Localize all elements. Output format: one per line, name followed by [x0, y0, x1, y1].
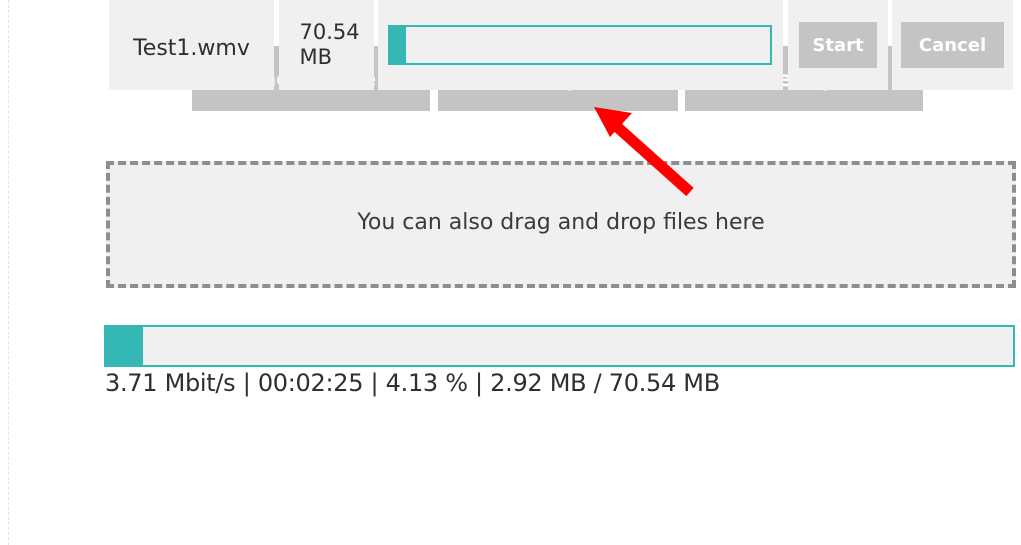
file-progress-cell	[378, 0, 783, 90]
drop-zone[interactable]: You can also drag and drop files here	[106, 161, 1016, 288]
file-size-cell: 70.54 MB	[279, 0, 374, 90]
left-divider	[8, 0, 9, 545]
file-progress-fill	[390, 27, 406, 63]
file-size-value: 70.54	[299, 20, 360, 44]
file-name: Test1.wmv	[133, 35, 250, 61]
file-progress-bar	[388, 25, 772, 65]
upload-stats: 3.71 Mbit/s | 00:02:25 | 4.13 % | 2.92 M…	[105, 369, 720, 397]
drop-zone-label: You can also drag and drop files here	[357, 210, 765, 235]
upload-page: Choose file Start upload Cancel upload Y…	[0, 0, 1021, 545]
file-name-cell: Test1.wmv	[109, 0, 274, 90]
overall-progress-fill	[106, 327, 144, 365]
overall-progress-bar	[104, 325, 1015, 367]
file-cancel-cell: Cancel	[892, 0, 1013, 90]
file-size: 70.54 MB	[294, 20, 360, 70]
file-size-unit: MB	[299, 45, 333, 69]
file-start-cell: Start	[788, 0, 888, 90]
file-cancel-button[interactable]: Cancel	[901, 22, 1004, 68]
file-start-button[interactable]: Start	[799, 22, 877, 68]
